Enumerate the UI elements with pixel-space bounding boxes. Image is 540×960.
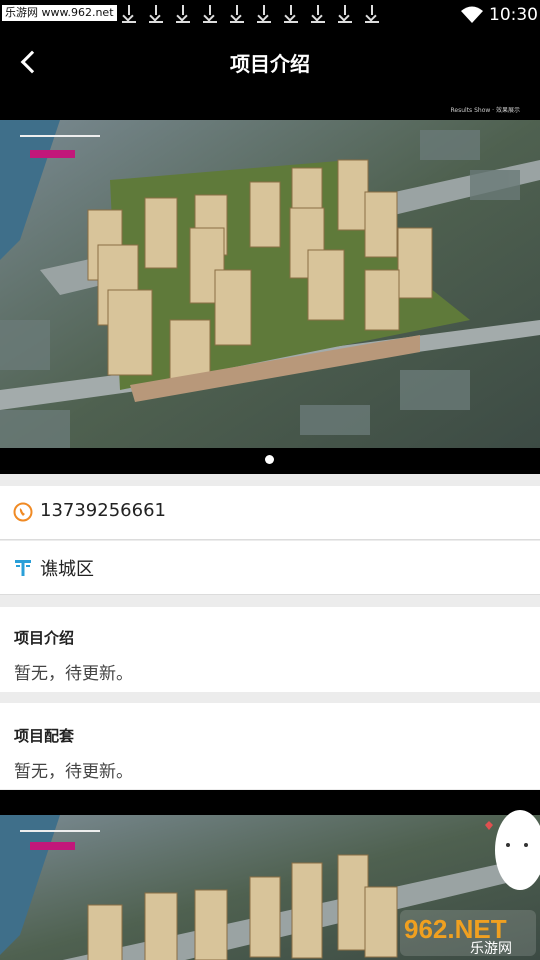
phone-icon — [13, 502, 33, 522]
section-body: 暂无，待更新。 — [14, 664, 133, 684]
status-bar: 乐游网 www.962.net 10:30 — [0, 0, 540, 30]
location-icon — [15, 560, 31, 576]
aerial-rendering-image — [0, 120, 540, 462]
district-row[interactable]: 谯城区 — [0, 541, 540, 595]
district-name: 谯城区 — [40, 559, 94, 580]
download-icon — [174, 4, 192, 24]
download-icon — [255, 4, 273, 24]
download-icon — [201, 4, 219, 24]
results-caption: Results Show · 效果展示 — [450, 107, 520, 114]
section-body: 暂无，待更新。 — [14, 762, 133, 782]
download-icon — [336, 4, 354, 24]
clock: 10:30 — [489, 5, 538, 25]
phone-number: 13739256661 — [40, 500, 166, 521]
site-logo-watermark: 962.NET 乐游网 — [400, 910, 536, 956]
carousel-indicator — [0, 448, 540, 474]
download-icon — [120, 4, 138, 24]
download-icon — [147, 4, 165, 24]
app-bar: 项目介绍 Results Show · 效果展示 — [0, 30, 540, 120]
wifi-icon — [461, 6, 483, 23]
logo-text: 962.NET — [404, 914, 507, 944]
logo-subtext: 乐游网 — [470, 941, 512, 956]
download-icon — [228, 4, 246, 24]
project-intro-section: 项目介绍 暂无，待更新。 — [0, 607, 540, 692]
notification-icons — [120, 4, 381, 24]
section-title: 项目配套 — [14, 727, 75, 745]
project-facilities-section: 项目配套 暂无，待更新。 — [0, 703, 540, 789]
page-title: 项目介绍 — [230, 52, 310, 76]
download-icon — [309, 4, 327, 24]
phone-row[interactable]: 13739256661 — [0, 486, 540, 540]
download-icon — [282, 4, 300, 24]
section-title: 项目介绍 — [14, 629, 75, 647]
download-icon — [363, 4, 381, 24]
carousel-dot-active[interactable] — [265, 455, 274, 464]
watermark-label: 乐游网 www.962.net — [2, 5, 117, 21]
project-rendering-image[interactable] — [0, 120, 540, 462]
